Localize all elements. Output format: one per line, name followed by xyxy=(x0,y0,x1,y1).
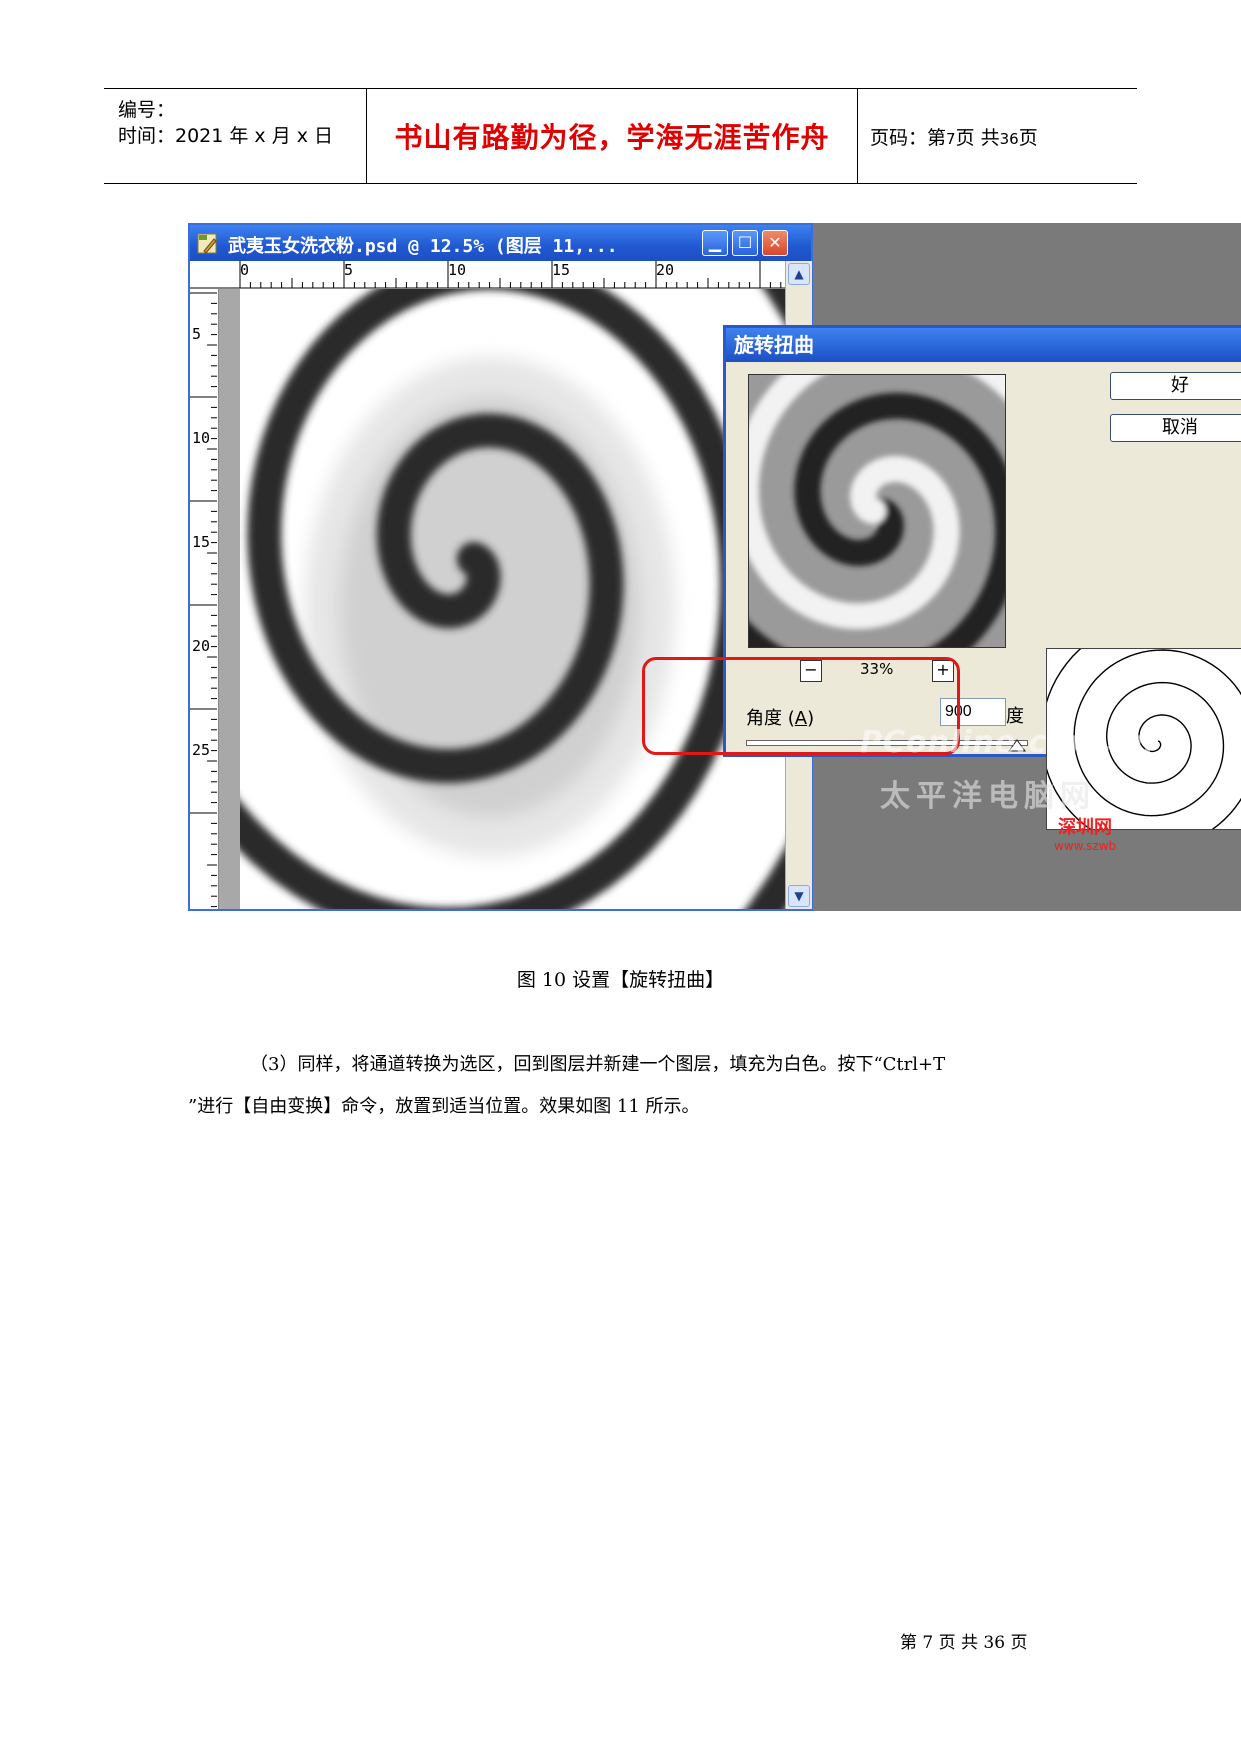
document-title: 武夷玉女洗衣粉.psd @ 12.5% (图层 11,... xyxy=(228,236,618,257)
header-page-indicator: 页码：第7页 共36页 xyxy=(870,126,1038,149)
ruler-v-ticks xyxy=(190,292,217,908)
header-info-cell: 编号： 时间：2021 年 x 月 x 日 xyxy=(104,89,367,183)
ruler-v-label: 25 xyxy=(192,741,211,759)
document-titlebar[interactable]: 武夷玉女洗衣粉.psd @ 12.5% (图层 11,... ▁ ☐ ✕ xyxy=(190,225,811,261)
watermark-name: 太平洋电脑网 xyxy=(880,779,1096,814)
dialog-title[interactable]: 旋转扭曲 xyxy=(726,328,1241,362)
document-number-label: 编号： xyxy=(118,99,176,121)
vertical-ruler[interactable]: 5 10 15 20 25 xyxy=(190,289,219,909)
ruler-h-label: 10 xyxy=(448,261,467,279)
document-window: 武夷玉女洗衣粉.psd @ 12.5% (图层 11,... ▁ ☐ ✕ 0 5… xyxy=(188,223,886,911)
figure-screenshot: 武夷玉女洗衣粉.psd @ 12.5% (图层 11,... ▁ ☐ ✕ 0 5… xyxy=(188,223,1241,911)
maximize-button[interactable]: ☐ xyxy=(732,230,758,256)
ruler-v-label: 10 xyxy=(192,429,211,447)
cancel-button[interactable]: 取消 xyxy=(1110,414,1241,442)
watermark-site: PConline.com.cn xyxy=(860,725,1155,760)
scroll-down-button[interactable]: ▼ xyxy=(788,885,810,907)
minimize-icon: ▁ xyxy=(708,233,722,252)
header-page-cell: 页码：第7页 共36页 xyxy=(858,89,1137,183)
body-line: ”进行【自由变换】命令，放置到适当位置。效果如图 11 所示。 xyxy=(188,1096,700,1117)
canvas-margin xyxy=(219,289,240,909)
ruler-v-label: 20 xyxy=(192,637,211,655)
page-header: 编号： 时间：2021 年 x 月 x 日 书山有路勤为径，学海无涯苦作舟 页码… xyxy=(104,88,1137,184)
twirl-image xyxy=(188,223,886,911)
chevron-down-icon: ▼ xyxy=(794,889,804,903)
horizontal-ruler[interactable]: 0 5 10 15 20 xyxy=(190,261,785,290)
ok-button[interactable]: 好 xyxy=(1110,372,1241,400)
body-paragraph: （3）同样，将通道转换为选区，回到图层并新建一个图层，填充为白色。按下“Ctrl… xyxy=(188,1044,1068,1128)
image-canvas[interactable] xyxy=(188,223,886,911)
psd-file-icon xyxy=(197,233,217,254)
minimize-button[interactable]: ▁ xyxy=(702,230,728,256)
ruler-h-label: 15 xyxy=(552,261,571,279)
scroll-up-button[interactable]: ▲ xyxy=(788,263,810,285)
watermark-stamp: 深圳网 xyxy=(1058,817,1112,838)
watermark-url: www.szwb xyxy=(1054,839,1117,853)
close-button[interactable]: ✕ xyxy=(762,230,788,256)
body-line: （3）同样，将通道转换为选区，回到图层并新建一个图层，填充为白色。按下“Ctrl… xyxy=(250,1054,946,1075)
ruler-v-label: 5 xyxy=(192,325,202,343)
ruler-h-label: 5 xyxy=(344,261,354,279)
maximize-icon: ☐ xyxy=(737,233,753,252)
ruler-v-label: 15 xyxy=(192,533,211,551)
document-time-label: 时间：2021 年 x 月 x 日 xyxy=(118,125,334,147)
close-icon: ✕ xyxy=(768,233,782,252)
figure-caption: 图 10 设置【旋转扭曲】 xyxy=(516,969,725,991)
ruler-h-ticks xyxy=(190,261,785,289)
chevron-up-icon: ▲ xyxy=(794,267,804,281)
page-footer: 第 7 页 共 36 页 xyxy=(900,1633,1028,1653)
filter-preview[interactable] xyxy=(748,374,1006,648)
preview-spiral-image xyxy=(749,375,1005,647)
header-motto: 书山有路勤为径，学海无涯苦作舟 xyxy=(394,121,830,154)
ruler-h-label: 0 xyxy=(240,261,250,279)
ruler-h-label: 20 xyxy=(656,261,675,279)
header-motto-cell: 书山有路勤为径，学海无涯苦作舟 xyxy=(367,89,858,183)
